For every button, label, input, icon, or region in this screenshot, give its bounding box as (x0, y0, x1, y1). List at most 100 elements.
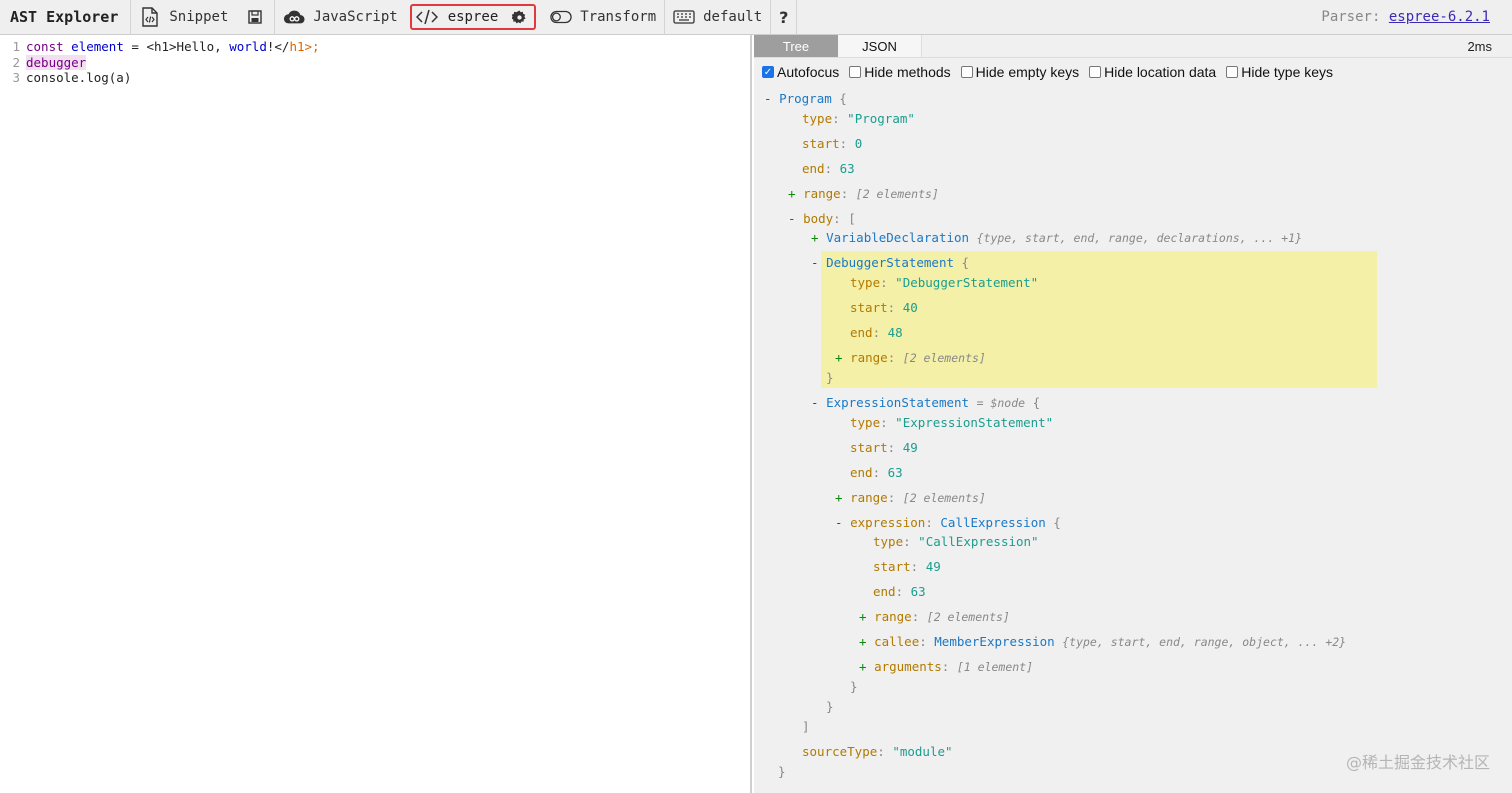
node-type: VariableDeclaration (826, 230, 970, 245)
prop-summary: [2 elements] (855, 187, 939, 201)
tree-prop: start: 49 (850, 440, 918, 455)
tree-node-variable-declaration[interactable]: + VariableDeclaration {type, start, end,… (811, 230, 1302, 246)
parse-time: 2ms (1467, 38, 1492, 54)
code-text-highlighted: debugger (26, 54, 87, 70)
prop-value: 49 (902, 440, 918, 455)
option-hide-type-keys[interactable]: Hide type keys (1226, 64, 1333, 80)
prop-key: type (850, 415, 881, 430)
checkbox-icon[interactable] (849, 66, 862, 78)
tree-prop-arguments[interactable]: + arguments: [1 element] (859, 659, 1033, 675)
prop-summary: [2 elements] (902, 491, 986, 505)
tree-prop-range[interactable]: + range: [2 elements] (835, 490, 986, 506)
tree-prop: sourceType: "module" (802, 744, 953, 759)
prop-key: range (850, 350, 888, 365)
keymap-menu[interactable]: default (665, 0, 770, 35)
jsx-open: <h1>Hello, (146, 39, 230, 54)
checkbox-icon[interactable] (1089, 66, 1102, 78)
option-label: Autofocus (777, 64, 840, 80)
app-title: AST Explorer (10, 8, 119, 26)
toolbar-divider (796, 0, 798, 35)
prop-key: arguments (874, 659, 942, 674)
code-brackets-icon (415, 6, 438, 28)
collapse-toggle: - (764, 91, 780, 106)
collapse-toggle: - (835, 515, 851, 530)
node-type: Program (779, 91, 832, 106)
output-pane: Tree JSON 2ms ✓ Autofocus Hide methods Hi… (754, 35, 1512, 793)
tab-tree[interactable]: Tree (754, 35, 838, 57)
option-label: Hide location data (1104, 64, 1217, 80)
parser-info-label: Parser: (1321, 9, 1381, 25)
language-menu[interactable]: JavaScript (275, 0, 405, 35)
prop-key: start (850, 440, 888, 455)
tree-prop: start: 0 (802, 136, 863, 151)
prop-summary: [1 element] (956, 660, 1034, 674)
tree-prop: end: 63 (850, 465, 903, 480)
prop-key: body (803, 211, 834, 226)
option-hide-location-data[interactable]: Hide location data (1089, 64, 1216, 80)
checkbox-icon[interactable] (1226, 66, 1239, 78)
node-type: DebuggerStatement (826, 255, 954, 270)
option-hide-methods[interactable]: Hide methods (849, 64, 951, 80)
tree-node-program[interactable]: - Program { (764, 91, 847, 107)
prop-key: start (850, 300, 888, 315)
gear-icon[interactable] (508, 6, 530, 28)
snippet-menu[interactable]: Snippet (131, 0, 236, 35)
checkbox-icon[interactable] (960, 66, 973, 78)
prop-value: "DebuggerStatement" (895, 275, 1039, 290)
tree-prop-body[interactable]: - body: [ (788, 211, 856, 227)
prop-key: sourceType (802, 744, 878, 759)
transform-toggle[interactable]: Transform (542, 0, 664, 35)
prop-key: start (873, 559, 911, 574)
code-editor[interactable]: 1 const element = <h1>Hello, world!</h1>… (0, 35, 752, 793)
parser-version-link[interactable]: espree-6.2.1 (1389, 9, 1490, 25)
option-autofocus[interactable]: ✓ Autofocus (762, 64, 839, 80)
tree-prop-range[interactable]: + range: [2 elements] (788, 186, 939, 202)
prop-value: 40 (902, 300, 918, 315)
option-label: Hide empty keys (975, 64, 1080, 80)
keyboard-icon (673, 6, 695, 28)
tree-prop: start: 40 (850, 300, 918, 315)
prop-key: range (850, 490, 888, 505)
tree-prop: end: 48 (850, 325, 903, 340)
toolbar: AST Explorer Snippet JavaScript espree T… (0, 0, 1512, 35)
parser-info: Parser: espree-6.2.1 (1321, 9, 1512, 25)
option-hide-empty-keys[interactable]: Hide empty keys (960, 64, 1080, 80)
tree-node-expression-statement[interactable]: - ExpressionStatement = $node { (811, 395, 1040, 411)
closing-brace: } (826, 370, 834, 385)
parser-label: espree (447, 9, 499, 25)
operator: = (123, 39, 147, 54)
jsx-tag: h1>; (289, 39, 320, 54)
snippet-label: Snippet (169, 9, 229, 25)
node-type: CallExpression (940, 515, 1046, 530)
checkbox-checked-icon[interactable]: ✓ (762, 66, 774, 78)
tree-prop: start: 49 (873, 559, 941, 574)
expand-toggle: + (859, 659, 875, 674)
cloud-icon (283, 6, 305, 28)
prop-key: type (850, 275, 881, 290)
tree-prop-range[interactable]: + range: [2 elements] (835, 350, 986, 366)
code-line: 1 const element = <h1>Hello, world!</h1>… (0, 39, 750, 55)
line-number: 2 (12, 54, 20, 70)
expand-toggle: + (859, 634, 875, 649)
expand-toggle: + (835, 490, 851, 505)
collapse-toggle: - (811, 255, 827, 270)
prop-value: 48 (887, 325, 903, 340)
closing-bracket: ] (802, 719, 810, 734)
help-button[interactable]: ? (771, 0, 796, 35)
save-button[interactable] (236, 0, 274, 35)
tree-prop-expression[interactable]: - expression: CallExpression { (835, 515, 1061, 531)
language-label: JavaScript (313, 9, 398, 25)
tab-json[interactable]: JSON (838, 35, 922, 57)
tree-prop-callee[interactable]: + callee: MemberExpression {type, start,… (859, 634, 1346, 650)
output-tabs: Tree JSON 2ms (754, 35, 1512, 58)
prop-key: range (803, 186, 841, 201)
expand-toggle: + (859, 609, 875, 624)
ast-tree: - Program { type: "Program" start: 0 end… (754, 87, 1512, 793)
prop-key: start (802, 136, 840, 151)
tree-prop-range[interactable]: + range: [2 elements] (859, 609, 1010, 625)
parser-menu[interactable]: espree (409, 4, 537, 30)
tree-prop: type: "ExpressionStatement" (850, 415, 1054, 430)
prop-key: end (802, 161, 825, 176)
line-number: 1 (12, 39, 20, 54)
tree-node-debugger-statement[interactable]: - DebuggerStatement { (811, 255, 969, 271)
